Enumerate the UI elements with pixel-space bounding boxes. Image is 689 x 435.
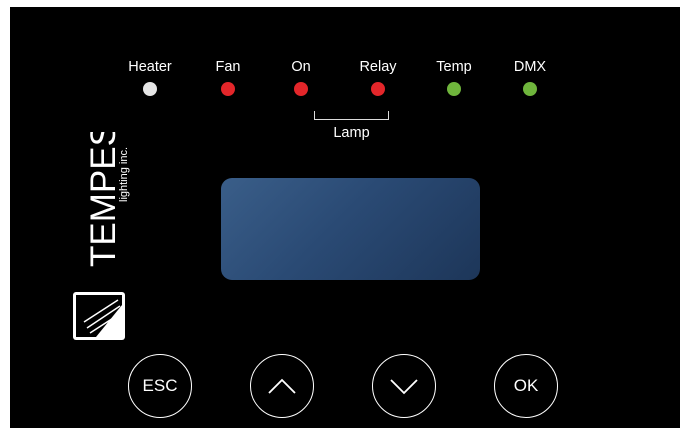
up-button[interactable] [250,354,314,418]
indicator-temp: Temp [416,59,492,96]
indicator-heater: Heater [112,59,188,96]
indicator-on: On [263,59,339,96]
chevron-up-icon [268,378,296,394]
indicator-label-fan: Fan [215,59,241,75]
control-panel: Heater Fan On Relay Temp DMX Lamp TEMPES… [10,7,680,428]
esc-button[interactable]: ESC [128,354,192,418]
indicator-label-relay: Relay [359,59,397,75]
lcd-display [221,178,480,280]
temp-led-icon [447,82,461,96]
heater-led-icon [143,82,157,96]
fan-led-icon [221,82,235,96]
indicator-label-heater: Heater [128,59,172,75]
on-led-icon [294,82,308,96]
indicator-label-temp: Temp [436,59,472,75]
indicator-dmx: DMX [492,59,568,96]
tempest-logo-icon: TEMPEST lighting inc. [73,102,130,340]
ok-button-label: OK [513,376,539,395]
dmx-led-icon [523,82,537,96]
indicator-label-on: On [291,59,311,75]
indicator-fan: Fan [190,59,266,96]
ok-button[interactable]: OK [494,354,558,418]
chevron-down-icon [390,379,418,395]
esc-button-label: ESC [142,376,178,395]
lamp-group-label: Lamp [333,125,370,141]
relay-led-icon [371,82,385,96]
lamp-group-bracket [314,111,389,120]
indicator-relay: Relay [340,59,416,96]
indicator-label-dmx: DMX [513,59,547,75]
brand-tagline: lighting inc. [118,147,130,202]
brand-logo: TEMPEST lighting inc. [70,102,130,342]
down-button[interactable] [372,354,436,418]
